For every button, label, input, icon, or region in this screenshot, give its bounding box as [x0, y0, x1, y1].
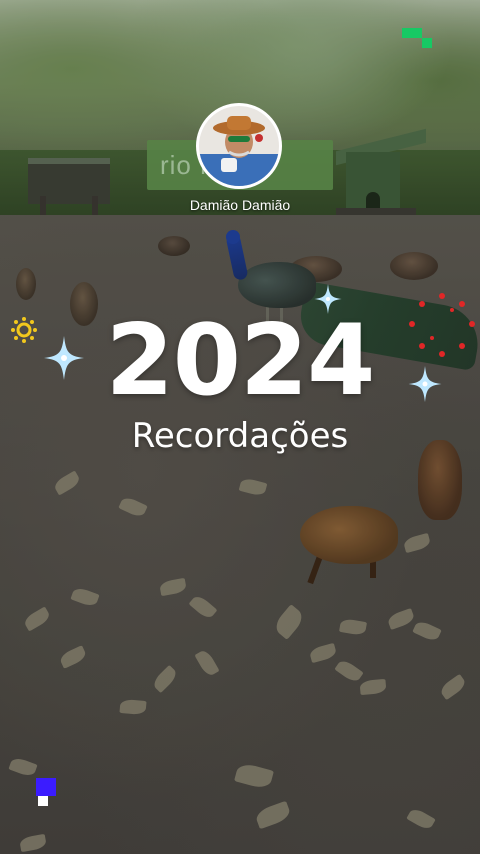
pixel-blocks-blue-icon	[36, 778, 56, 806]
avatar[interactable]	[196, 103, 282, 189]
memories-subtitle: Recordações	[131, 416, 349, 456]
pixel-blocks-green-icon	[402, 28, 432, 48]
user-name: Damião Damião	[189, 197, 291, 213]
avatar-photo	[199, 106, 279, 186]
year-title: 2024	[105, 304, 376, 418]
story-viewer[interactable]: rio ro Damião Damião 2024 Recordações	[0, 0, 480, 854]
